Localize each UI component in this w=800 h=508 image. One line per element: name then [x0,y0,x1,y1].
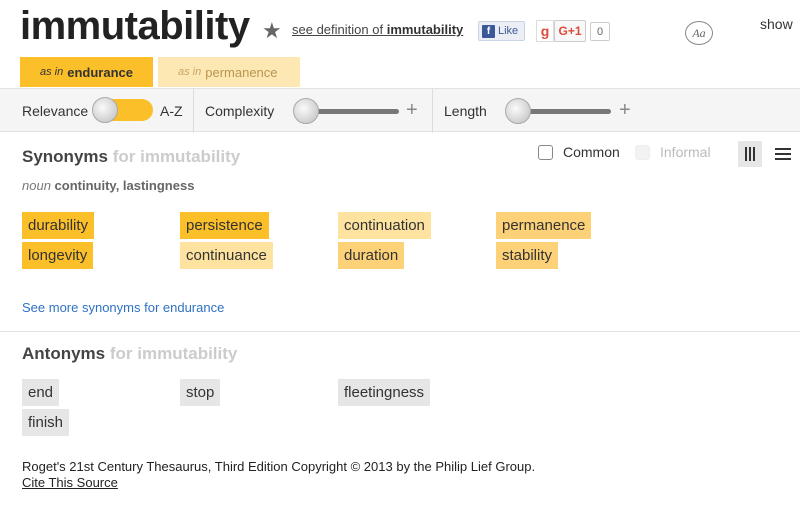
see-definition-word: immutability [386,22,464,37]
synonym-chip[interactable]: persistence [180,212,269,239]
show-link[interactable]: show [760,16,793,32]
antonyms-heading: Antonyms for immutability [22,344,237,364]
length-plus-icon[interactable]: + [619,99,631,122]
relevance-label: Relevance [22,103,89,119]
synonym-chip[interactable]: duration [338,242,405,269]
facebook-icon: f [482,24,495,38]
part-of-speech-line: noun continuity, lastingness [22,178,194,193]
informal-checkbox[interactable] [635,144,650,160]
star-icon[interactable]: ★ [262,18,282,44]
facebook-like-label: Like [498,25,519,37]
antonyms-title: Antonyms [22,344,106,363]
antonym-chip[interactable]: fleetingness [338,379,431,406]
az-label: A-Z [160,103,183,119]
length-label: Length [444,103,487,119]
synonyms-for: for immutability [112,147,241,166]
synonym-chip[interactable]: continuance [180,242,273,269]
informal-filter[interactable]: Informal [635,144,711,160]
word-header: immutability ★ see definition of immutab… [0,0,800,88]
filter-bar: Relevance A-Z Complexity + Length + [0,88,800,133]
font-size-button[interactable]: Aa [685,21,713,45]
antonym-chip[interactable]: end [22,379,60,406]
sense-words: continuity, lastingness [54,178,195,193]
synonym-chip[interactable]: permanence [496,212,592,239]
common-filter[interactable]: Common [538,144,620,160]
synonym-chip[interactable]: stability [496,242,559,269]
toggle-knob[interactable] [92,97,118,123]
divider [432,89,433,133]
synonym-chip[interactable]: durability [22,212,95,239]
headword: immutability [20,4,250,48]
sense-term: endurance [67,64,133,80]
common-checkbox[interactable] [538,144,553,160]
see-definition-prefix: see definition of [292,22,384,37]
list-icon [775,148,791,160]
complexity-label: Complexity [205,103,275,119]
complexity-plus-icon[interactable]: + [406,99,418,122]
antonym-chip[interactable]: finish [22,409,70,436]
tab-endurance[interactable]: as in endurance [20,57,153,87]
google-icon: g [536,20,554,42]
slider-knob[interactable] [293,98,319,124]
complexity-slider[interactable] [293,98,403,124]
copyright-text: Roget's 21st Century Thesaurus, Third Ed… [22,459,536,474]
column-view-button[interactable] [738,141,762,167]
as-in-label: as in [40,66,64,78]
common-label: Common [563,144,620,160]
tab-permanence[interactable]: as in permanence [158,57,300,87]
divider [193,89,194,133]
antonyms-for: for immutability [109,344,238,363]
synonym-chip[interactable]: continuation [338,212,431,239]
length-slider[interactable] [505,98,615,124]
sense-term: permanence [205,64,278,80]
informal-label: Informal [660,144,711,160]
see-definition-link[interactable]: see definition of immutability [292,22,463,37]
cite-source-link[interactable]: Cite This Source [22,475,118,490]
as-in-label: as in [178,66,202,78]
section-divider [0,331,800,332]
sort-toggle[interactable] [92,97,153,123]
google-plus-count: 0 [590,22,610,41]
antonym-chip[interactable]: stop [180,379,221,406]
facebook-like-button[interactable]: f Like [478,21,525,41]
list-view-button[interactable] [771,141,795,167]
synonyms-heading: Synonyms for immutability [22,147,240,167]
google-plus-button[interactable]: G+1 [554,20,586,42]
see-more-synonyms-link[interactable]: See more synonyms for endurance [22,300,224,315]
synonyms-title: Synonyms [22,147,108,166]
columns-icon [745,147,755,161]
synonym-chip[interactable]: longevity [22,242,94,269]
part-of-speech: noun [22,178,51,193]
slider-knob[interactable] [505,98,531,124]
